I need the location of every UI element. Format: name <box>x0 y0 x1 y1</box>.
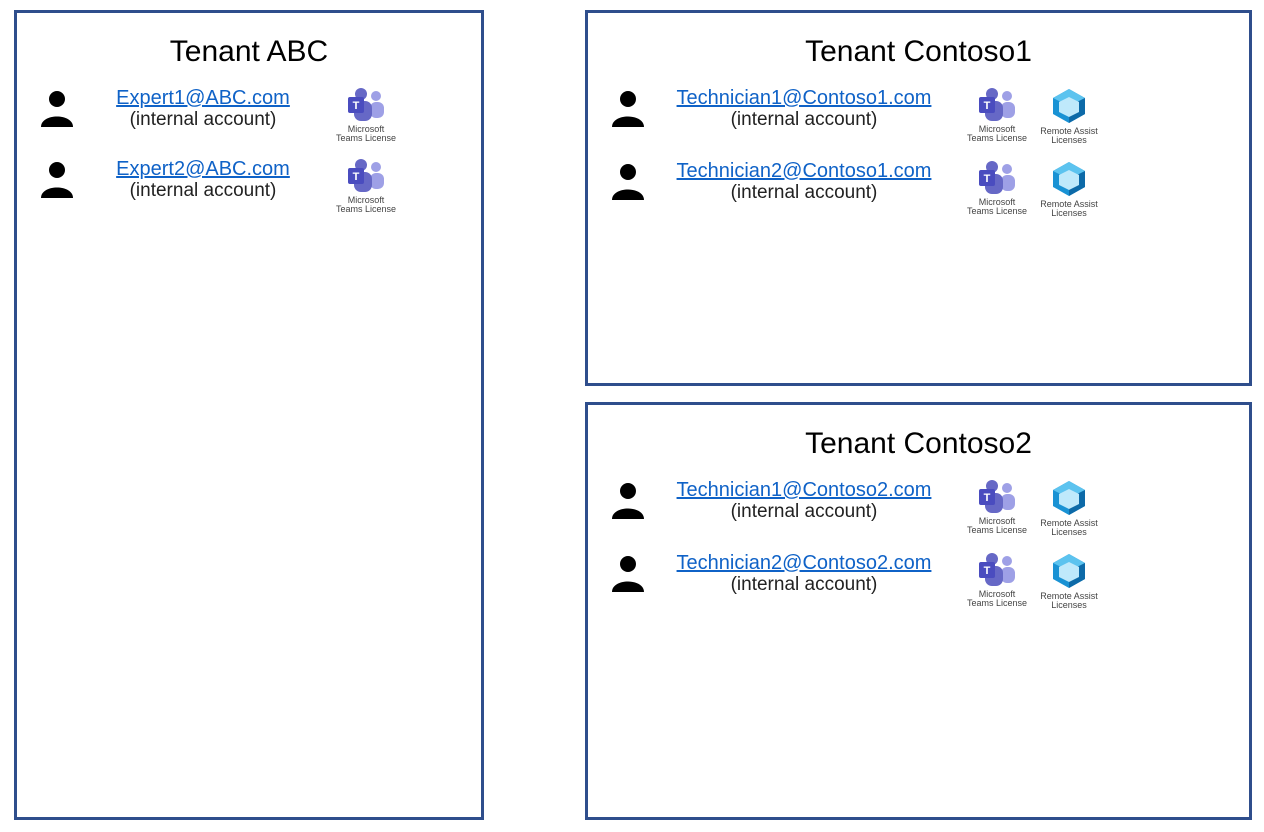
teams-icon: T <box>977 160 1017 196</box>
teams-icon: T <box>977 552 1017 588</box>
license-label: Microsoft Teams License <box>335 196 397 215</box>
svg-text:T: T <box>353 100 360 112</box>
remote-assist-license: Remote Assist Licenses <box>1038 87 1100 146</box>
teams-license: T Microsoft Teams License <box>335 87 397 144</box>
license-label: Remote Assist Licenses <box>1038 519 1100 538</box>
user-email-link[interactable]: Expert2@ABC.com <box>116 158 290 181</box>
hexagon-icon <box>1049 552 1089 590</box>
license-label: Remote Assist Licenses <box>1038 592 1100 611</box>
svg-text:T: T <box>984 100 991 112</box>
teams-icon: T <box>346 158 386 194</box>
teams-license: T Microsoft Teams License <box>966 552 1028 609</box>
user-account-type: (internal account) <box>731 501 878 523</box>
hexagon-icon <box>1049 87 1089 125</box>
remote-assist-license: Remote Assist Licenses <box>1038 479 1100 538</box>
tenant-contoso2-box: Tenant Contoso2 Technician1@Contoso2.com… <box>585 402 1252 820</box>
user-email-link[interactable]: Technician2@Contoso1.com <box>677 160 932 183</box>
license-label: Microsoft Teams License <box>966 590 1028 609</box>
user-email-link[interactable]: Technician2@Contoso2.com <box>677 552 932 575</box>
tenant-contoso1-box: Tenant Contoso1 Technician1@Contoso1.com… <box>585 10 1252 386</box>
person-icon <box>606 481 650 519</box>
svg-text:T: T <box>984 565 991 577</box>
user-email-link[interactable]: Technician1@Contoso2.com <box>677 479 932 502</box>
user-row: Technician2@Contoso2.com (internal accou… <box>606 552 1231 611</box>
teams-license: T Microsoft Teams License <box>966 87 1028 144</box>
hexagon-icon <box>1049 479 1089 517</box>
tenant-title: Tenant ABC <box>35 35 463 69</box>
svg-text:T: T <box>984 492 991 504</box>
user-row: Expert2@ABC.com (internal account) T <box>35 158 463 215</box>
person-icon <box>35 89 79 127</box>
teams-license: T Microsoft Teams License <box>966 479 1028 536</box>
user-row: Technician2@Contoso1.com (internal accou… <box>606 160 1231 219</box>
license-label: Microsoft Teams License <box>966 517 1028 536</box>
teams-license: T Microsoft Teams License <box>966 160 1028 217</box>
person-icon <box>606 162 650 200</box>
user-account-type: (internal account) <box>731 109 878 131</box>
teams-license: T Microsoft Teams License <box>335 158 397 215</box>
teams-icon: T <box>346 87 386 123</box>
svg-text:T: T <box>353 171 360 183</box>
person-icon <box>606 89 650 127</box>
person-icon <box>35 160 79 198</box>
user-email-link[interactable]: Expert1@ABC.com <box>116 87 290 110</box>
user-row: Technician1@Contoso1.com (internal accou… <box>606 87 1231 146</box>
teams-icon: T <box>977 479 1017 515</box>
tenant-abc-box: Tenant ABC Expert1@ABC.com (internal acc… <box>14 10 484 820</box>
user-email-link[interactable]: Technician1@Contoso1.com <box>677 87 932 110</box>
user-account-type: (internal account) <box>130 180 277 202</box>
remote-assist-license: Remote Assist Licenses <box>1038 552 1100 611</box>
user-row: Expert1@ABC.com (internal account) T <box>35 87 463 144</box>
license-label: Microsoft Teams License <box>966 125 1028 144</box>
tenant-title: Tenant Contoso1 <box>606 35 1231 69</box>
tenant-title: Tenant Contoso2 <box>606 427 1231 461</box>
user-row: Technician1@Contoso2.com (internal accou… <box>606 479 1231 538</box>
remote-assist-license: Remote Assist Licenses <box>1038 160 1100 219</box>
hexagon-icon <box>1049 160 1089 198</box>
license-label: Microsoft Teams License <box>335 125 397 144</box>
license-label: Remote Assist Licenses <box>1038 127 1100 146</box>
teams-icon: T <box>977 87 1017 123</box>
person-icon <box>606 554 650 592</box>
user-account-type: (internal account) <box>731 574 878 596</box>
svg-text:T: T <box>984 173 991 185</box>
user-account-type: (internal account) <box>130 109 277 131</box>
license-label: Remote Assist Licenses <box>1038 200 1100 219</box>
license-label: Microsoft Teams License <box>966 198 1028 217</box>
user-account-type: (internal account) <box>731 182 878 204</box>
